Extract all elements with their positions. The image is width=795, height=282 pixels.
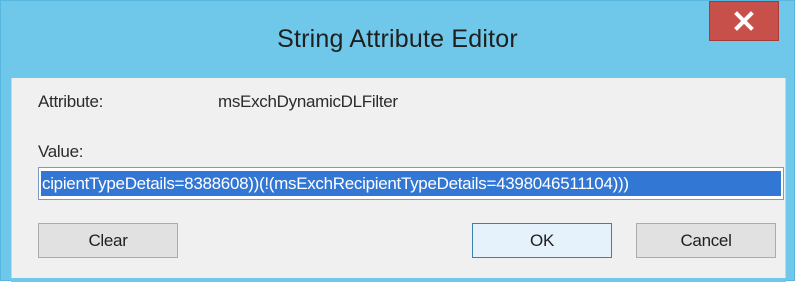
attribute-label: Attribute:: [38, 92, 104, 111]
close-button[interactable]: [709, 1, 779, 41]
ok-button[interactable]: OK: [472, 223, 612, 258]
cancel-button[interactable]: Cancel: [636, 223, 776, 258]
window-title: String Attribute Editor: [277, 25, 518, 53]
value-input-selected-text: cipientTypeDetails=8388608))(!(msExchRec…: [41, 171, 781, 196]
attribute-name-value: msExchDynamicDLFilter: [218, 92, 398, 111]
value-input[interactable]: cipientTypeDetails=8388608))(!(msExchRec…: [38, 167, 784, 200]
dialog-body: Attribute: msExchDynamicDLFilter Value: …: [11, 78, 786, 278]
value-label: Value:: [38, 142, 84, 161]
window-bottom-border: [11, 278, 786, 282]
string-attribute-editor-dialog: String Attribute Editor Attribute: msExc…: [0, 0, 795, 282]
title-bar[interactable]: String Attribute Editor: [1, 1, 794, 78]
clear-button[interactable]: Clear: [38, 223, 178, 258]
close-x-icon: [734, 11, 754, 31]
